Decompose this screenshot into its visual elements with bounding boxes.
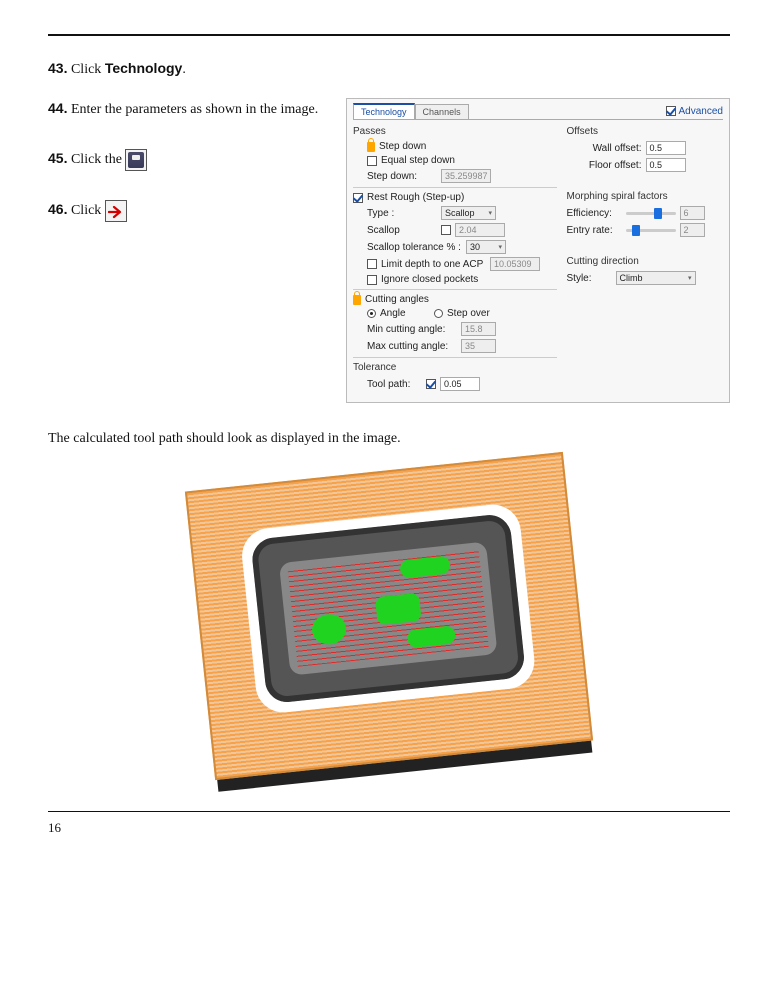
technology-dialog: Technology Channels Advanced Passes Step…: [346, 98, 730, 403]
max-cutting-input[interactable]: 35: [461, 339, 496, 353]
result-caption: The calculated tool path should look as …: [48, 431, 730, 447]
wall-offset-input[interactable]: 0.5: [646, 141, 686, 155]
top-divider: [48, 34, 730, 36]
bottom-divider: [48, 811, 730, 812]
tolerance-title: Tolerance: [353, 362, 557, 373]
check-icon: [353, 193, 363, 203]
cutting-direction-title: Cutting direction: [567, 256, 724, 267]
step-46-num: 46.: [48, 201, 67, 217]
check-icon: [666, 106, 676, 116]
step-46: 46. Click: [48, 199, 328, 222]
step-43-post: .: [182, 62, 186, 77]
check-icon: [367, 259, 377, 269]
chevron-down-icon: ▾: [498, 243, 502, 251]
style-select[interactable]: Climb▾: [616, 271, 696, 285]
scallop-tol-label: Scallop tolerance % :: [367, 242, 462, 253]
advanced-checkbox[interactable]: Advanced: [666, 106, 723, 117]
step-44-num: 44.: [48, 100, 67, 116]
limit-acp-label: Limit depth to one ACP: [381, 259, 486, 270]
chevron-down-icon: ▾: [688, 274, 692, 282]
scallop-label: Scallop: [367, 225, 437, 236]
floor-offset-label: Floor offset:: [567, 160, 642, 171]
step-over-label: Step over: [447, 308, 490, 319]
type-select[interactable]: Scallop▾: [441, 206, 496, 220]
tab-channels[interactable]: Channels: [415, 104, 469, 119]
step-45-text: Click the: [71, 152, 125, 167]
max-cutting-label: Max cutting angle:: [367, 341, 457, 352]
check-icon: [367, 156, 377, 166]
advanced-label: Advanced: [679, 106, 723, 117]
tool-path-checkbox[interactable]: [426, 379, 436, 389]
check-icon: [367, 275, 377, 285]
min-cutting-input[interactable]: 15.8: [461, 322, 496, 336]
efficiency-label: Efficiency:: [567, 208, 622, 219]
step-down-field-label: Step down:: [367, 171, 437, 182]
step-46-text: Click: [71, 203, 105, 218]
toolpath-illustration: [174, 441, 604, 791]
step-45-num: 45.: [48, 150, 67, 166]
entry-rate-value: 2: [680, 223, 705, 237]
equal-step-down-checkbox[interactable]: Equal step down: [367, 155, 557, 166]
wall-offset-label: Wall offset:: [567, 143, 642, 154]
style-label: Style:: [567, 273, 612, 284]
limit-acp-input: 10.05309: [490, 257, 540, 271]
chevron-down-icon: ▾: [488, 209, 492, 217]
type-label: Type :: [367, 208, 437, 219]
passes-group-title: Passes: [353, 126, 557, 137]
equal-step-down-label: Equal step down: [381, 155, 455, 166]
step-43-num: 43.: [48, 60, 67, 76]
step-43-pre: Click: [71, 62, 105, 77]
step-over-radio[interactable]: [434, 309, 443, 318]
morphing-title: Morphing spiral factors: [567, 191, 724, 202]
step-44: 44. Enter the parameters as shown in the…: [48, 98, 328, 120]
ignore-pockets-checkbox[interactable]: Ignore closed pockets: [367, 274, 557, 285]
step-43-bold: Technology: [105, 60, 183, 76]
page-number: 16: [48, 820, 730, 836]
step-45: 45. Click the: [48, 148, 328, 171]
step-44-text: Enter the parameters as shown in the ima…: [71, 102, 318, 117]
limit-acp-checkbox[interactable]: Limit depth to one ACP 10.05309: [367, 257, 557, 271]
efficiency-slider[interactable]: [626, 212, 676, 215]
offsets-title: Offsets: [567, 126, 724, 137]
save-calculate-icon: [125, 149, 147, 171]
step-down-input[interactable]: 35.259987: [441, 169, 491, 183]
lock-icon: [353, 295, 361, 305]
step-down-checkbox[interactable]: Step down: [367, 141, 557, 152]
entry-rate-label: Entry rate:: [567, 225, 622, 236]
angle-radio[interactable]: [367, 309, 376, 318]
scallop-lock-checkbox[interactable]: [441, 225, 451, 235]
lock-icon: [367, 142, 375, 152]
ignore-pockets-label: Ignore closed pockets: [381, 274, 478, 285]
step-down-label: Step down: [379, 141, 426, 152]
tab-technology[interactable]: Technology: [353, 103, 415, 119]
run-arrow-icon: [105, 200, 127, 222]
efficiency-value: 6: [680, 206, 705, 220]
rest-rough-title: Rest Rough (Step-up): [367, 192, 464, 203]
tool-path-input[interactable]: 0.05: [440, 377, 480, 391]
scallop-input[interactable]: 2.04: [455, 223, 505, 237]
entry-rate-slider[interactable]: [626, 229, 676, 232]
min-cutting-label: Min cutting angle:: [367, 324, 457, 335]
rest-rough-checkbox[interactable]: Rest Rough (Step-up): [353, 192, 557, 203]
angle-label: Angle: [380, 308, 430, 319]
scallop-tol-select[interactable]: 30▾: [466, 240, 506, 254]
step-43: 43. Click Technology.: [48, 58, 730, 80]
floor-offset-input[interactable]: 0.5: [646, 158, 686, 172]
cutting-angles-title: Cutting angles: [365, 294, 429, 305]
tool-path-label: Tool path:: [367, 379, 422, 390]
